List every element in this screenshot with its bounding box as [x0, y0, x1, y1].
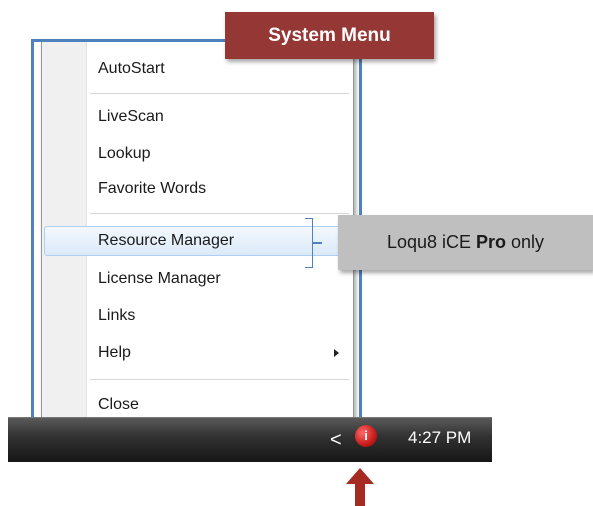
taskbar-clock[interactable]: 4:27 PM	[408, 428, 471, 448]
menu-separator	[90, 379, 349, 380]
app-tray-icon[interactable]: i	[355, 425, 377, 447]
menu-item-lookup[interactable]: Lookup	[44, 139, 351, 169]
menu-item-livescan[interactable]: LiveScan	[44, 102, 351, 132]
menu-separator	[90, 213, 349, 214]
system-menu-callout: System Menu	[225, 12, 434, 59]
menu-item-label: AutoStart	[98, 60, 165, 77]
system-menu-callout-text: System Menu	[268, 24, 391, 46]
menu-item-label: Resource Manager	[98, 232, 235, 249]
menu-item-label: Links	[98, 307, 136, 324]
menu-item-license-manager[interactable]: License Manager	[44, 264, 351, 294]
submenu-arrow-icon	[334, 349, 339, 357]
menu-item-label: LiveScan	[98, 108, 164, 125]
taskbar: < i 4:27 PM	[8, 417, 492, 462]
menu-item-close[interactable]: Close	[44, 390, 351, 420]
menu-separator	[90, 93, 349, 94]
menu-item-label: Lookup	[98, 145, 151, 162]
bracket-connector	[313, 242, 322, 244]
menu-item-label: License Manager	[98, 270, 221, 287]
pro-items-bracket	[305, 218, 313, 268]
up-arrow-icon	[346, 468, 374, 506]
menu-item-favorite-words[interactable]: Favorite Words	[44, 174, 351, 204]
menu-item-help[interactable]: Help	[44, 338, 351, 368]
menu-item-label: Favorite Words	[98, 180, 207, 197]
pro-only-text-bold: Pro	[476, 232, 507, 252]
pro-only-callout: Loqu8 iCE Pro only	[338, 215, 593, 270]
menu-item-label: Close	[98, 396, 139, 413]
menu-item-links[interactable]: Links	[44, 301, 351, 331]
pro-only-text-suffix: only	[511, 232, 545, 252]
pro-only-text-prefix: Loqu8 iCE	[386, 232, 471, 252]
menu-item-label: Help	[98, 344, 131, 361]
show-hidden-icons-chevron-icon[interactable]: <	[330, 430, 342, 450]
